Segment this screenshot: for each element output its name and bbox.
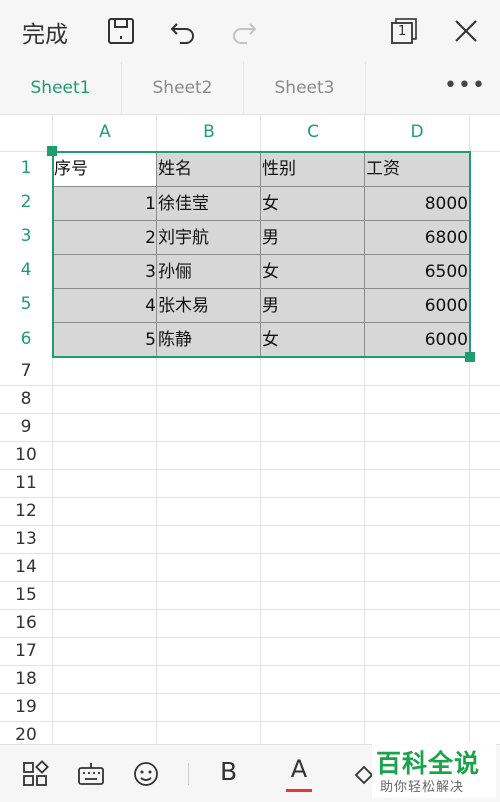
font-color-swatch <box>286 789 312 792</box>
sheet-tab-bar: Sheet1 Sheet2 Sheet3 ••• <box>0 62 500 115</box>
undo-icon[interactable] <box>168 16 198 46</box>
grid-line <box>0 497 500 498</box>
grid-line <box>0 469 500 470</box>
font-color-button[interactable]: A <box>286 755 312 792</box>
cell-b5[interactable]: 张木易 <box>157 288 261 322</box>
selection-handle-top-left[interactable] <box>47 146 57 156</box>
cell-d2[interactable]: 8000 <box>365 186 469 220</box>
cell-a6[interactable]: 5 <box>53 322 157 356</box>
tab-sheet1[interactable]: Sheet1 <box>0 62 122 114</box>
apps-grid-icon[interactable] <box>20 759 50 789</box>
row-header-4[interactable]: 4 <box>0 253 52 287</box>
keyboard-icon[interactable] <box>76 759 106 789</box>
tab-sheet3[interactable]: Sheet3 <box>244 62 366 114</box>
column-header-b[interactable]: B <box>157 114 261 151</box>
row-header-7[interactable]: 7 <box>0 357 52 385</box>
cell-a3[interactable]: 2 <box>53 220 157 254</box>
cell-d5[interactable]: 6000 <box>365 288 469 322</box>
row-header-11[interactable]: 11 <box>0 469 52 497</box>
row-header-19[interactable]: 19 <box>0 693 52 721</box>
grid-line <box>0 693 500 694</box>
grid-line <box>0 609 500 610</box>
cell-d6[interactable]: 6000 <box>365 322 469 356</box>
row-header-3[interactable]: 3 <box>0 219 52 253</box>
row-header-17[interactable]: 17 <box>0 637 52 665</box>
row-header-12[interactable]: 12 <box>0 497 52 525</box>
row-header-14[interactable]: 14 <box>0 553 52 581</box>
grid-line <box>469 114 470 744</box>
more-sheets-button[interactable]: ••• <box>430 62 500 114</box>
save-icon[interactable] <box>106 16 136 46</box>
cell-d1[interactable]: 工资 <box>365 152 469 186</box>
watermark: 百科全说 助你轻松解决 <box>372 742 496 798</box>
column-header-a[interactable]: A <box>53 114 157 151</box>
toolbar-divider <box>188 763 189 785</box>
grid-line <box>0 441 500 442</box>
row-header-9[interactable]: 9 <box>0 413 52 441</box>
selection-divider <box>364 152 365 356</box>
cell-d4[interactable]: 6500 <box>365 254 469 288</box>
window-switch-icon[interactable]: 1 <box>389 16 419 46</box>
grid-line <box>0 721 500 722</box>
cell-b2[interactable]: 徐佳莹 <box>157 186 261 220</box>
smiley-icon[interactable] <box>131 759 161 789</box>
bold-button[interactable]: B <box>220 757 237 786</box>
grid-line <box>0 665 500 666</box>
row-header-1[interactable]: 1 <box>0 151 52 185</box>
grid-line <box>0 413 500 414</box>
cell-a1[interactable]: 序号 <box>53 152 157 186</box>
close-icon[interactable] <box>451 16 481 46</box>
cell-b4[interactable]: 孙俪 <box>157 254 261 288</box>
done-button[interactable]: 完成 <box>22 15 68 49</box>
watermark-subtitle: 助你轻松解决 <box>380 780 465 795</box>
row-header-5[interactable]: 5 <box>0 287 52 321</box>
watermark-title: 百科全说 <box>376 749 481 778</box>
cell-a4[interactable]: 3 <box>53 254 157 288</box>
selection-divider <box>260 152 261 356</box>
grid-line <box>0 385 500 386</box>
selection-handle-bottom-right[interactable] <box>465 352 475 362</box>
window-count: 1 <box>398 24 407 39</box>
font-color-label: A <box>290 755 308 783</box>
cell-c5[interactable]: 男 <box>261 288 365 322</box>
cell-c2[interactable]: 女 <box>261 186 365 220</box>
redo-icon[interactable] <box>229 16 259 46</box>
cell-c1[interactable]: 性别 <box>261 152 365 186</box>
row-header-16[interactable]: 16 <box>0 609 52 637</box>
row-header-2[interactable]: 2 <box>0 185 52 219</box>
selection-divider <box>156 152 157 356</box>
row-header-6[interactable]: 6 <box>0 321 52 357</box>
top-toolbar: 完成 1 <box>0 0 500 62</box>
cell-c3[interactable]: 男 <box>261 220 365 254</box>
row-header-20[interactable]: 20 <box>0 721 52 744</box>
row-header-15[interactable]: 15 <box>0 581 52 609</box>
grid-line <box>0 637 500 638</box>
column-header-c[interactable]: C <box>261 114 365 151</box>
cell-b3[interactable]: 刘宇航 <box>157 220 261 254</box>
grid-line <box>0 553 500 554</box>
cell-a2[interactable]: 1 <box>53 186 157 220</box>
row-header-8[interactable]: 8 <box>0 385 52 413</box>
grid-line <box>0 581 500 582</box>
grid-line <box>0 525 500 526</box>
cell-d3[interactable]: 6800 <box>365 220 469 254</box>
spreadsheet-grid[interactable]: A B C D 1 2 3 4 5 6 7 8 9 10 11 12 13 14… <box>0 114 500 744</box>
column-header-d[interactable]: D <box>365 114 469 151</box>
cell-c4[interactable]: 女 <box>261 254 365 288</box>
row-header-10[interactable]: 10 <box>0 441 52 469</box>
cell-b6[interactable]: 陈静 <box>157 322 261 356</box>
row-header-13[interactable]: 13 <box>0 525 52 553</box>
cell-b1[interactable]: 姓名 <box>157 152 261 186</box>
tab-sheet2[interactable]: Sheet2 <box>122 62 244 114</box>
cell-c6[interactable]: 女 <box>261 322 365 356</box>
cell-a5[interactable]: 4 <box>53 288 157 322</box>
row-header-18[interactable]: 18 <box>0 665 52 693</box>
